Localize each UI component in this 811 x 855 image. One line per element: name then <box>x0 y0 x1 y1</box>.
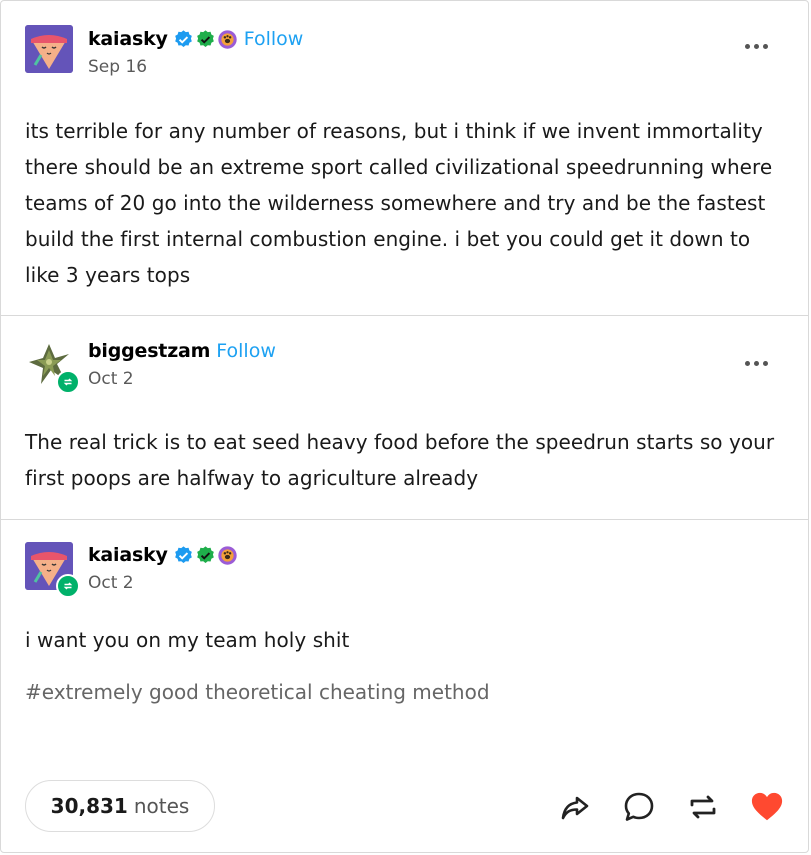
post-original: kaiasky Follow Sep 16 its terrible for a… <box>1 1 808 315</box>
post-header: kaiasky Follow Sep 16 <box>25 1 784 91</box>
badges <box>173 29 238 50</box>
notes-button[interactable]: 30,831 notes <box>25 780 215 832</box>
post-card: kaiasky Follow Sep 16 its terrible for a… <box>0 0 809 853</box>
post-date[interactable]: Oct 2 <box>88 573 134 593</box>
post-reblog: biggestzam Follow Oct 2 The real trick i… <box>1 316 808 519</box>
reblog-badge-icon <box>56 574 80 598</box>
paw-badge-icon <box>218 545 237 565</box>
follow-button[interactable]: Follow <box>244 28 304 50</box>
notes-label: notes <box>133 794 190 818</box>
post-date[interactable]: Sep 16 <box>88 57 147 77</box>
post-header: biggestzam Follow Oct 2 <box>25 316 784 406</box>
tag-link[interactable]: #extremely good theoretical cheating met… <box>25 680 490 704</box>
post-reblog: kaiasky Oct 2 i want you on my team holy… <box>1 520 808 740</box>
share-icon[interactable] <box>558 790 592 824</box>
post-footer: 30,831 notes <box>1 762 808 852</box>
post-actions <box>558 790 784 824</box>
avatar[interactable] <box>25 25 73 73</box>
name-row: kaiasky <box>88 544 238 566</box>
name-row: kaiasky Follow <box>88 28 303 50</box>
post-body: i want you on my team holy shit <box>25 628 350 652</box>
post-body: its terrible for any number of reasons, … <box>25 119 773 287</box>
green-check-badge-icon <box>196 29 214 47</box>
more-options-icon[interactable] <box>740 353 772 373</box>
post-body: The real trick is to eat seed heavy food… <box>25 430 775 490</box>
more-options-icon[interactable] <box>740 36 772 56</box>
post-date[interactable]: Oct 2 <box>88 369 134 389</box>
blue-check-badge-icon <box>174 545 192 563</box>
follow-button[interactable]: Follow <box>216 340 276 362</box>
notes-count: 30,831 <box>50 794 128 818</box>
name-row: biggestzam Follow <box>88 340 276 362</box>
username[interactable]: biggestzam <box>88 340 210 362</box>
reblog-icon[interactable] <box>686 790 720 824</box>
username[interactable]: kaiasky <box>88 28 168 50</box>
blue-check-badge-icon <box>174 29 192 47</box>
username[interactable]: kaiasky <box>88 544 168 566</box>
post-header: kaiasky Oct 2 <box>25 520 784 610</box>
heart-icon[interactable] <box>750 790 784 824</box>
green-check-badge-icon <box>196 545 214 563</box>
badges <box>173 545 238 566</box>
tag-list: #extremely good theoretical cheating met… <box>25 658 784 704</box>
reblog-badge-icon <box>56 370 80 394</box>
paw-badge-icon <box>218 29 237 49</box>
reply-icon[interactable] <box>622 790 656 824</box>
